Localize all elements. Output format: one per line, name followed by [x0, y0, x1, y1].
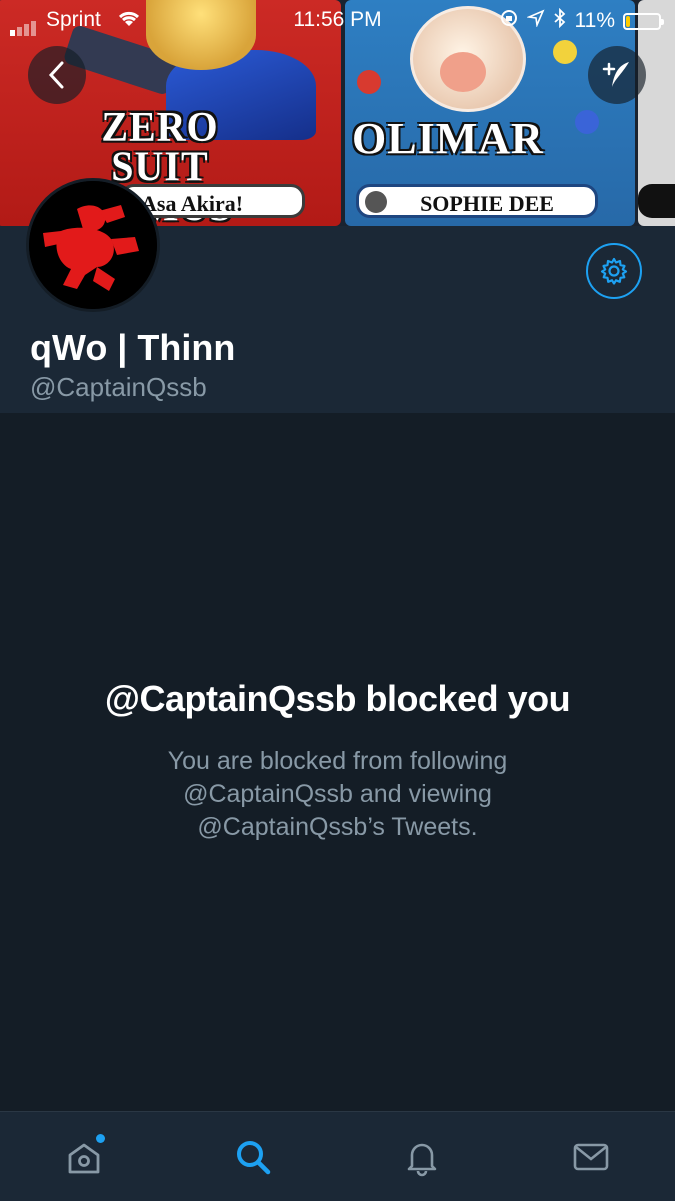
- tab-messages[interactable]: [506, 1112, 675, 1201]
- battery-fill: [626, 15, 630, 27]
- avatar-image: [29, 181, 157, 309]
- bluetooth-icon: [553, 7, 567, 34]
- avatar[interactable]: [26, 178, 160, 312]
- gear-icon: [600, 257, 628, 285]
- status-bar: Sprint 11:56 PM 11%: [0, 0, 675, 40]
- compose-tweet-icon: [602, 62, 629, 87]
- tab-search[interactable]: [169, 1112, 338, 1201]
- olimar-nose: [440, 52, 486, 92]
- banner-character-name-2: OLIMAR: [352, 114, 544, 163]
- blocked-description: You are blocked from following @CaptainQ…: [167, 747, 508, 841]
- blocked-title: @CaptainQssb blocked you: [104, 678, 571, 719]
- tag-avatar-icon: [365, 191, 387, 213]
- compose-tweet-button[interactable]: [588, 46, 646, 104]
- status-icons: 11%: [499, 7, 664, 34]
- pikmin-blue: [575, 110, 599, 134]
- settings-button[interactable]: [586, 243, 642, 299]
- tab-home[interactable]: [0, 1112, 169, 1201]
- pikmin-red: [357, 70, 381, 94]
- rotation-lock-icon: [499, 8, 519, 34]
- battery-percent: 11%: [574, 9, 615, 32]
- notifications-icon: [407, 1143, 437, 1176]
- pikmin-yellow: [553, 40, 577, 64]
- profile-handle: @CaptainQssb: [30, 372, 207, 402]
- banner-tag-3: [638, 184, 675, 218]
- profile-display-name: qWo | Thinn: [30, 327, 236, 368]
- messages-icon: [573, 1143, 608, 1170]
- search-icon: [237, 1140, 271, 1174]
- back-button[interactable]: [28, 46, 86, 104]
- battery-icon: [623, 12, 664, 30]
- tab-notifications[interactable]: [338, 1112, 507, 1201]
- banner-tag-2: SOPHIE DEE: [356, 184, 598, 218]
- bottom-tab-bar: [0, 1111, 675, 1201]
- banner-tag-2-label: SOPHIE DEE: [420, 191, 554, 216]
- location-icon: [525, 9, 545, 33]
- notification-dot: [96, 1134, 105, 1143]
- chevron-left-icon: [48, 61, 64, 89]
